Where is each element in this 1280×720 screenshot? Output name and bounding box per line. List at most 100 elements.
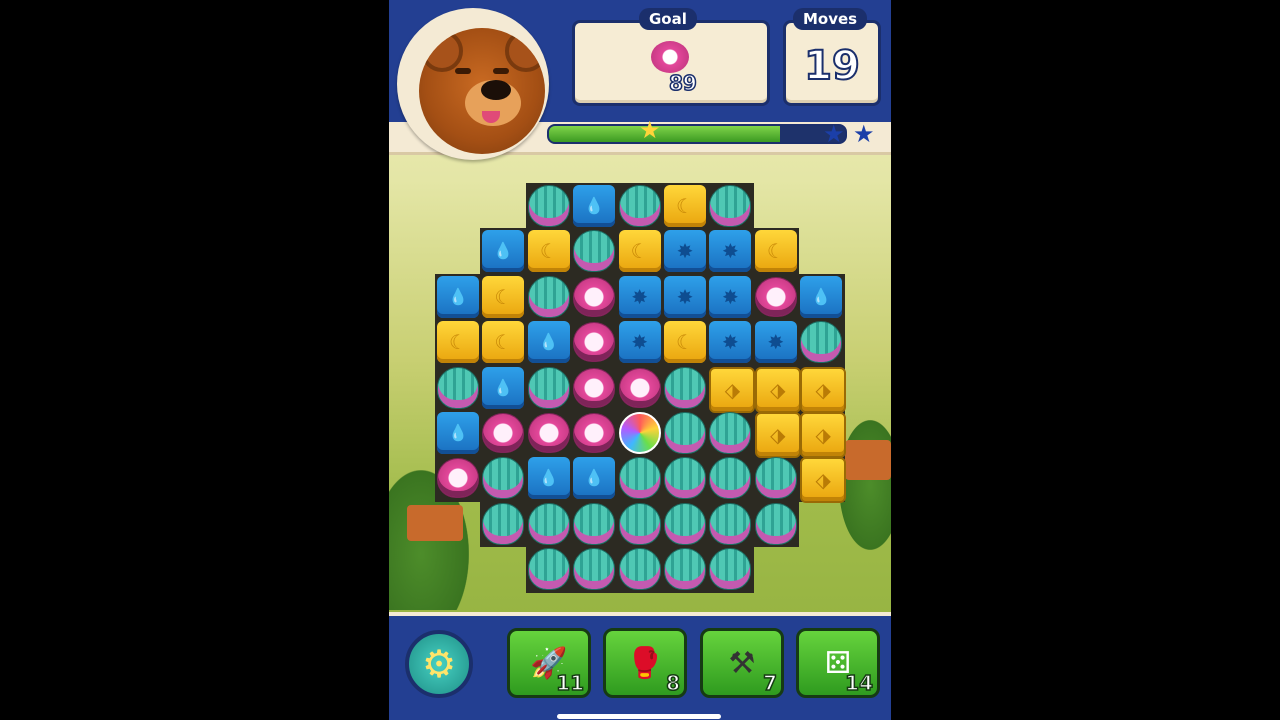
shell-tile[interactable] <box>618 185 661 227</box>
booster-glove-button[interactable]: 🥊 8 <box>603 628 687 698</box>
shell-tile[interactable] <box>709 548 752 591</box>
shell-icon <box>664 457 706 500</box>
shell-icon <box>573 502 616 545</box>
shell-tile[interactable] <box>482 502 525 545</box>
shell-tile[interactable] <box>527 185 570 227</box>
gold-crate-tile[interactable]: ⬗ <box>754 412 801 458</box>
booster-dice-button[interactable]: ⚄ 14 <box>796 628 880 698</box>
shell-tile[interactable] <box>664 412 706 454</box>
yellow-moon-tile[interactable]: ☾ <box>527 230 570 273</box>
blue-star-tile[interactable]: ✸ <box>709 321 752 364</box>
shell-icon <box>573 548 616 591</box>
blue-star-tile[interactable]: ✸ <box>754 321 797 364</box>
gold-crate-tile[interactable]: ⬗ <box>800 366 847 413</box>
pearl-shell-tile[interactable] <box>527 412 570 454</box>
shell-tile[interactable] <box>437 366 479 409</box>
pearl-shell-icon <box>618 367 661 408</box>
disco-ball-tile[interactable] <box>618 412 661 454</box>
blue-drop-tile[interactable]: 💧 <box>527 321 570 364</box>
blue-drop-tile[interactable]: 💧 <box>573 185 616 227</box>
settings-gear-button[interactable]: ⚙ <box>405 630 473 698</box>
shell-tile[interactable] <box>709 502 752 545</box>
yellow-moon-tile[interactable]: ☾ <box>437 321 479 364</box>
home-indicator <box>557 714 721 719</box>
booster-count: 14 <box>844 670 873 696</box>
pearl-shell-icon <box>573 367 616 408</box>
blue-drop-tile[interactable]: 💧 <box>527 457 570 500</box>
blue-drop-tile[interactable]: 💧 <box>800 275 843 318</box>
blue-star-tile[interactable]: ✸ <box>664 275 706 318</box>
blue-star-tile[interactable]: ✸ <box>618 321 661 364</box>
shell-tile[interactable] <box>709 412 752 454</box>
shell-icon <box>754 502 797 545</box>
star-1-icon: ★ <box>639 116 661 144</box>
pearl-shell-tile[interactable] <box>573 276 616 318</box>
blue-star-tile[interactable]: ✸ <box>709 230 752 273</box>
yellow-moon-tile[interactable]: ☾ <box>664 321 706 364</box>
blue-star-tile[interactable]: ✸ <box>664 230 706 273</box>
shell-icon <box>664 502 706 545</box>
yellow-moon-tile[interactable]: ☾ <box>482 321 525 364</box>
pearl-shell-tile[interactable] <box>482 412 525 454</box>
shell-tile[interactable] <box>754 457 797 500</box>
yellow-moon-tile[interactable]: ☾ <box>664 185 706 227</box>
shell-icon <box>709 185 752 227</box>
pearl-shell-icon <box>573 276 616 317</box>
pearl-shell-icon <box>527 413 570 453</box>
shell-tile[interactable] <box>573 548 616 591</box>
pearl-shell-tile[interactable] <box>573 412 616 454</box>
shell-icon <box>709 502 752 545</box>
pearl-shell-tile[interactable] <box>754 276 797 318</box>
booster-count: 8 <box>665 670 680 696</box>
blue-drop-tile[interactable]: 💧 <box>437 412 479 454</box>
yellow-moon-tile[interactable]: ☾ <box>754 230 797 273</box>
shell-tile[interactable] <box>664 548 706 591</box>
blue-drop-tile[interactable]: 💧 <box>573 457 616 500</box>
moves-value: 19 <box>803 42 861 90</box>
shell-tile[interactable] <box>709 457 752 500</box>
gold-crate-tile[interactable]: ⬗ <box>800 457 847 504</box>
booster-count: 7 <box>762 670 777 696</box>
bear-avatar <box>419 28 545 154</box>
shell-tile[interactable] <box>618 502 661 545</box>
yellow-moon-tile[interactable]: ☾ <box>482 275 525 318</box>
shell-tile[interactable] <box>754 502 797 545</box>
gold-crate-tile[interactable]: ⬗ <box>709 366 756 413</box>
shell-icon <box>573 230 616 273</box>
shell-tile[interactable] <box>573 502 616 545</box>
shell-icon <box>664 366 706 409</box>
blue-star-tile[interactable]: ✸ <box>709 275 752 318</box>
yellow-moon-tile[interactable]: ☾ <box>618 230 661 273</box>
blue-drop-tile[interactable]: 💧 <box>482 366 525 409</box>
pearl-shell-tile[interactable] <box>573 321 616 363</box>
shell-tile[interactable] <box>618 548 661 591</box>
bear-ear-left <box>421 30 463 72</box>
shell-tile[interactable] <box>527 366 570 409</box>
shell-tile[interactable] <box>800 321 843 364</box>
shell-icon <box>482 457 525 500</box>
gold-crate-tile[interactable]: ⬗ <box>800 412 847 458</box>
shell-tile[interactable] <box>664 366 706 409</box>
blue-drop-tile[interactable]: 💧 <box>437 275 479 318</box>
shell-tile[interactable] <box>527 275 570 318</box>
shell-tile[interactable] <box>527 502 570 545</box>
shell-tile[interactable] <box>482 457 525 500</box>
shell-tile[interactable] <box>527 548 570 591</box>
star-3-icon: ★ <box>853 120 875 148</box>
booster-anvil-button[interactable]: ⚒ 7 <box>700 628 784 698</box>
shell-tile[interactable] <box>664 502 706 545</box>
blue-drop-tile[interactable]: 💧 <box>482 230 525 273</box>
pearl-shell-tile[interactable] <box>618 367 661 409</box>
star-2-icon: ★ <box>823 120 845 148</box>
shell-tile[interactable] <box>709 185 752 227</box>
shell-tile[interactable] <box>618 457 661 500</box>
blue-star-tile[interactable]: ✸ <box>618 275 661 318</box>
score-progress-fill <box>549 126 780 142</box>
pearl-shell-icon <box>573 322 616 363</box>
shell-tile[interactable] <box>664 457 706 500</box>
gold-crate-tile[interactable]: ⬗ <box>754 366 801 413</box>
shell-tile[interactable] <box>573 230 616 273</box>
booster-rocket-button[interactable]: 🚀 11 <box>507 628 591 698</box>
pearl-shell-tile[interactable] <box>573 367 616 409</box>
pearl-shell-tile[interactable] <box>437 457 479 499</box>
